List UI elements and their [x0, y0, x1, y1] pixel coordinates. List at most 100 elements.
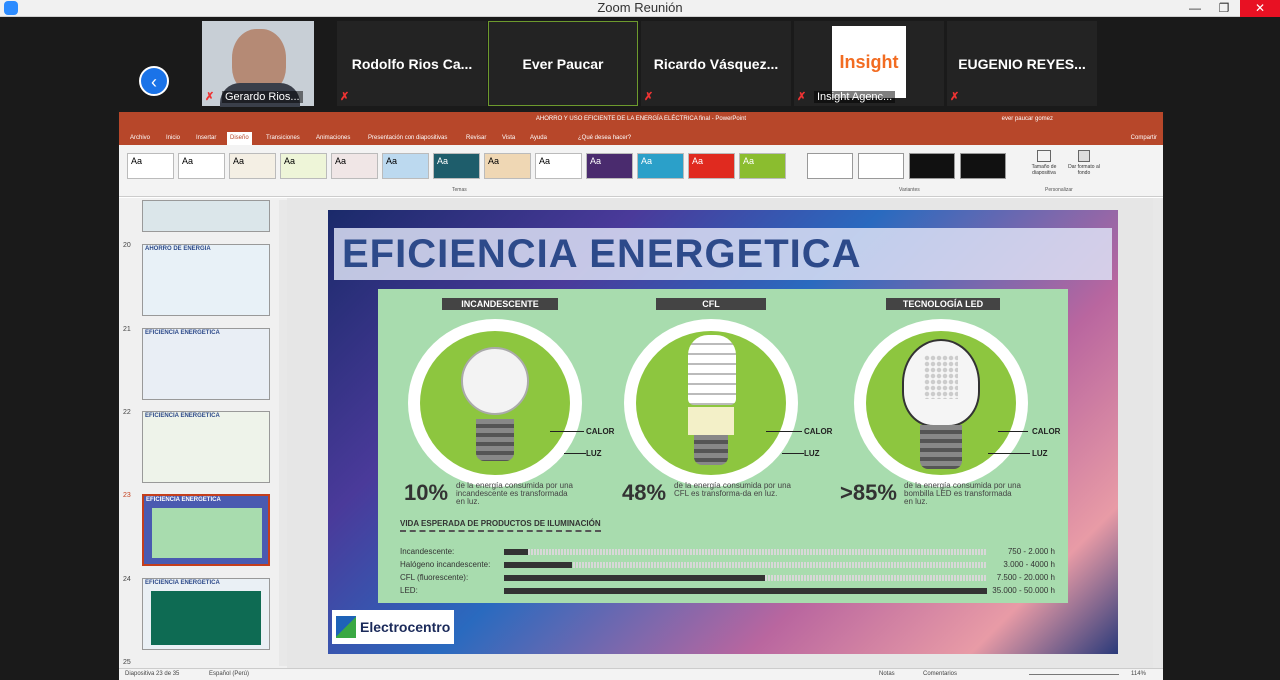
thumbnail-title: AHORRO DE ENERGIA: [145, 246, 211, 252]
mic-muted-icon: ✗: [950, 91, 960, 103]
bulb-base: [476, 419, 514, 461]
lifespan-name: LED:: [400, 586, 418, 595]
zoom-level[interactable]: 114%: [1131, 671, 1146, 677]
lifespan-value: 35.000 - 50.000 h: [992, 586, 1055, 595]
ribbon-tabs: Archivo Inicio Insertar Diseño Transicio…: [119, 132, 1163, 145]
slide-thumbnail[interactable]: AHORRO DE ENERGIA: [142, 244, 270, 316]
lifespan-value: 7.500 - 20.000 h: [996, 573, 1055, 582]
slide-thumbnail[interactable]: EFICIENCIA ENERGETICA: [142, 328, 270, 400]
lifespan-title: VIDA ESPERADA DE PRODUCTOS DE ILUMINACIÓ…: [400, 519, 601, 532]
theme-option[interactable]: Aa: [637, 153, 684, 179]
participant-name: Rodolfo Rios Ca...: [351, 55, 473, 72]
efficiency-description: de la energía consumida por una bombilla…: [904, 481, 1021, 506]
efficiency-percent: 10%: [404, 480, 449, 505]
tab-vista[interactable]: Vista: [499, 132, 518, 145]
slide-thumbnail-selected[interactable]: EFICIENCIA ENERGETICA: [142, 494, 270, 566]
minimize-button[interactable]: —: [1180, 0, 1210, 17]
theme-option[interactable]: Aa: [739, 153, 786, 179]
thumbnail-title: EFICIENCIA ENERGETICA: [145, 330, 220, 336]
callout-line: [766, 431, 802, 432]
theme-option[interactable]: Aa: [280, 153, 327, 179]
thumbnail-title: EFICIENCIA ENERGETICA: [145, 413, 220, 419]
tab-transiciones[interactable]: Transiciones: [263, 132, 303, 145]
participant-tile[interactable]: ✗ Gerardo Rios...: [202, 21, 314, 107]
slide-thumbnail[interactable]: EFICIENCIA ENERGETICA: [142, 411, 270, 483]
mic-muted-icon: ✗: [644, 91, 654, 103]
themes-group-label: Temas: [452, 187, 467, 193]
tab-ayuda[interactable]: Ayuda: [527, 132, 550, 145]
variant-option[interactable]: [807, 153, 853, 179]
comments-button[interactable]: Comentarios: [923, 671, 957, 677]
slide-thumbnail[interactable]: [142, 200, 270, 232]
lifespan-track: [504, 588, 987, 594]
language-indicator[interactable]: Español (Perú): [209, 671, 249, 677]
theme-option[interactable]: Aa: [229, 153, 276, 179]
zoom-slider[interactable]: [1029, 674, 1119, 675]
lifespan-value: 750 - 2.000 h: [1007, 547, 1055, 556]
tab-insertar[interactable]: Insertar: [193, 132, 219, 145]
tell-me-search[interactable]: ¿Qué desea hacer?: [575, 132, 634, 145]
window-title: Zoom Reunión: [597, 0, 683, 15]
tab-revisar[interactable]: Revisar: [463, 132, 489, 145]
status-bar: Diapositiva 23 de 35 Español (Perú) Nota…: [119, 668, 1163, 680]
participant-tile[interactable]: Rodolfo Rios Ca... ✗: [337, 21, 487, 106]
efficiency-infographic: INCANDESCENTE CALOR LUZ 10% de la energí…: [378, 289, 1068, 603]
led-array: [924, 355, 958, 399]
participant-tile[interactable]: Ricardo Vásquez... ✗: [641, 21, 791, 106]
theme-option[interactable]: Aa: [127, 153, 174, 179]
lifespan-name: CFL (fluorescente):: [400, 573, 469, 582]
electrocentro-logo: Electrocentro: [332, 610, 454, 644]
thumbnail-title: EFICIENCIA ENERGETICA: [145, 580, 220, 586]
theme-option[interactable]: Aa: [484, 153, 531, 179]
thumbnails-scrollbar[interactable]: [279, 200, 287, 666]
theme-option[interactable]: Aa: [586, 153, 633, 179]
share-button[interactable]: Compartir: [1131, 132, 1157, 145]
theme-option[interactable]: Aa: [535, 153, 582, 179]
slide-counter: Diapositiva 23 de 35: [125, 671, 180, 677]
shared-screen: AHORRO Y USO EFICIENTE DE LA ENERGÍA ELÉ…: [117, 110, 1165, 680]
mic-muted-icon: ✗: [205, 91, 215, 103]
efficiency-percent: >85%: [840, 480, 897, 505]
thumbnail-number: 24: [123, 576, 131, 583]
slide-scrollbar[interactable]: [1153, 198, 1161, 668]
bulb-base: [694, 435, 728, 465]
variant-option[interactable]: [960, 153, 1006, 179]
powerpoint-titlebar: AHORRO Y USO EFICIENTE DE LA ENERGÍA ELÉ…: [119, 112, 1163, 145]
notes-button[interactable]: Notas: [879, 671, 895, 677]
slide-thumbnail[interactable]: EFICIENCIA ENERGETICA: [142, 578, 270, 650]
participant-name: Ever Paucar: [522, 55, 604, 72]
tab-animaciones[interactable]: Animaciones: [313, 132, 353, 145]
lifespan-track: [504, 575, 987, 581]
participant-tile[interactable]: Insight ✗ Insight Agenc...: [794, 21, 944, 106]
lifespan-track: [504, 562, 987, 568]
theme-option[interactable]: Aa: [331, 153, 378, 179]
theme-option[interactable]: Aa: [178, 153, 225, 179]
previous-page-button[interactable]: ‹: [139, 66, 169, 96]
callout-line: [782, 453, 804, 454]
theme-option[interactable]: Aa: [433, 153, 480, 179]
led-bulb-icon: [854, 319, 1028, 487]
callout-line: [564, 453, 586, 454]
variant-option[interactable]: [909, 153, 955, 179]
theme-option[interactable]: Aa: [688, 153, 735, 179]
close-button[interactable]: ✕: [1240, 0, 1280, 17]
thumbnail-title: EFICIENCIA ENERGETICA: [146, 497, 221, 503]
variant-option[interactable]: [858, 153, 904, 179]
participant-tile[interactable]: EUGENIO REYES... ✗: [947, 21, 1097, 106]
bulb-glass: [461, 347, 529, 415]
tab-archivo[interactable]: Archivo: [127, 132, 153, 145]
calor-label: CALOR: [1032, 427, 1061, 436]
participant-tile-active-speaker[interactable]: Ever Paucar: [488, 21, 638, 106]
insight-logo: Insight: [832, 26, 906, 98]
format-background-button[interactable]: Dar formato al fondo: [1065, 150, 1103, 176]
callout-line: [998, 431, 1028, 432]
tab-diseno[interactable]: Diseño: [227, 132, 252, 145]
incandescent-bulb-icon: [408, 319, 582, 487]
slide-size-button[interactable]: Tamaño de diapositiva: [1025, 150, 1063, 176]
slide-size-label: Tamaño de diapositiva: [1031, 164, 1057, 176]
tab-presentacion[interactable]: Presentación con diapositivas: [365, 132, 450, 145]
theme-option[interactable]: Aa: [382, 153, 429, 179]
restore-button[interactable]: ❐: [1209, 0, 1239, 17]
participant-name: Insight Agenc...: [814, 91, 896, 103]
tab-inicio[interactable]: Inicio: [163, 132, 183, 145]
